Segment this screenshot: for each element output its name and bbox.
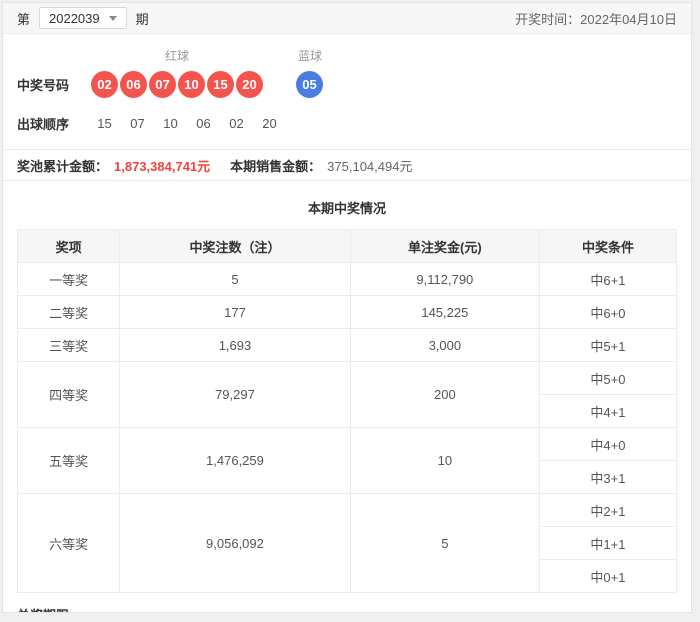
- period-select[interactable]: 2022039: [39, 7, 127, 29]
- cell-condition: 中3+1: [539, 461, 676, 494]
- draw-time-value: 2022年04月10日: [580, 12, 677, 27]
- prize-table-row: 一等奖59,112,790中6+1: [18, 263, 677, 296]
- prize-table-header-row: 奖项 中奖注数（注） 单注奖金(元) 中奖条件: [18, 230, 677, 263]
- cell-amount: 10: [350, 428, 539, 494]
- cell-count: 5: [120, 263, 351, 296]
- prize-table-row: 五等奖1,476,25910中4+0: [18, 428, 677, 461]
- cell-condition: 中4+0: [539, 428, 676, 461]
- draw-order-number: 20: [256, 116, 283, 131]
- draw-time: 开奖时间：2022年04月10日: [515, 9, 677, 28]
- redeem-notice-title: 兑奖期限:: [17, 605, 677, 613]
- amounts-strip: 奖池累计金额： 1,873,384,741元 本期销售金额： 375,104,4…: [3, 149, 691, 181]
- cell-condition: 中0+1: [539, 560, 676, 593]
- period-suffix: 期: [136, 9, 149, 28]
- cell-prize: 一等奖: [18, 263, 120, 296]
- cell-amount: 5: [350, 494, 539, 593]
- prize-table-title: 本期中奖情况: [17, 198, 677, 217]
- cell-prize: 六等奖: [18, 494, 120, 593]
- red-balls-group: 020607101520: [91, 71, 263, 98]
- ball-group-labels: 红球 蓝球: [17, 47, 677, 64]
- red-balls-label: 红球: [91, 47, 263, 64]
- period-prefix: 第: [17, 9, 30, 28]
- blue-ball: 05: [296, 71, 323, 98]
- sales-amount-value: 375,104,494元: [327, 156, 412, 175]
- cell-condition: 中5+0: [539, 362, 676, 395]
- cell-condition: 中1+1: [539, 527, 676, 560]
- cell-prize: 五等奖: [18, 428, 120, 494]
- red-ball: 02: [91, 71, 118, 98]
- cell-prize: 二等奖: [18, 296, 120, 329]
- cell-count: 177: [120, 296, 351, 329]
- red-ball: 15: [207, 71, 234, 98]
- blue-ball-label: 蓝球: [296, 47, 324, 64]
- prize-table-row: 六等奖9,056,0925中2+1: [18, 494, 677, 527]
- cell-condition: 中6+1: [539, 263, 676, 296]
- draw-order-number: 15: [91, 116, 118, 131]
- topbar: 第 2022039 期 开奖时间：2022年04月10日: [3, 3, 691, 34]
- cell-amount: 9,112,790: [350, 263, 539, 296]
- header-condition: 中奖条件: [539, 230, 676, 263]
- pool-amount-value: 1,873,384,741元: [114, 156, 210, 175]
- red-ball: 07: [149, 71, 176, 98]
- draw-order-label: 出球顺序: [17, 114, 91, 133]
- red-ball: 20: [236, 71, 263, 98]
- draw-order-number: 06: [190, 116, 217, 131]
- cell-condition: 中2+1: [539, 494, 676, 527]
- draw-order-number: 02: [223, 116, 250, 131]
- prize-table-row: 二等奖177145,225中6+0: [18, 296, 677, 329]
- cell-condition: 中5+1: [539, 329, 676, 362]
- cell-count: 79,297: [120, 362, 351, 428]
- cell-count: 1,476,259: [120, 428, 351, 494]
- prize-table-row: 四等奖79,297200中5+0: [18, 362, 677, 395]
- draw-time-label: 开奖时间：: [515, 12, 580, 27]
- period-select-value: 2022039: [49, 11, 100, 26]
- cell-amount: 200: [350, 362, 539, 428]
- redeem-notice: 兑奖期限: 双色球兑奖当期有效。中奖者应当自开奖之日起60个自然日内，持中奖彩票…: [3, 593, 691, 613]
- cell-condition: 中4+1: [539, 395, 676, 428]
- draw-order-number: 10: [157, 116, 184, 131]
- blue-ball-group: 05: [296, 71, 323, 98]
- prize-table: 奖项 中奖注数（注） 单注奖金(元) 中奖条件 一等奖59,112,790中6+…: [17, 229, 677, 593]
- cell-amount: 3,000: [350, 329, 539, 362]
- prize-table-section: 本期中奖情况 奖项 中奖注数（注） 单注奖金(元) 中奖条件 一等奖59,112…: [3, 198, 691, 593]
- header-amount: 单注奖金(元): [350, 230, 539, 263]
- numbers-section: 红球 蓝球 中奖号码 020607101520 05 出球顺序 15071006…: [3, 34, 691, 149]
- winning-numbers-row: 中奖号码 020607101520 05: [17, 71, 677, 98]
- draw-order-number: 07: [124, 116, 151, 131]
- chevron-down-icon: [109, 16, 117, 21]
- cell-prize: 四等奖: [18, 362, 120, 428]
- cell-count: 1,693: [120, 329, 351, 362]
- winning-numbers-label: 中奖号码: [17, 75, 91, 94]
- cell-amount: 145,225: [350, 296, 539, 329]
- header-count: 中奖注数（注）: [120, 230, 351, 263]
- draw-order-group: 15 07 10 06 02 20: [91, 116, 289, 131]
- cell-count: 9,056,092: [120, 494, 351, 593]
- prize-table-row: 三等奖1,6933,000中5+1: [18, 329, 677, 362]
- pool-amount-label: 奖池累计金额：: [17, 156, 108, 175]
- red-ball: 06: [120, 71, 147, 98]
- cell-condition: 中6+0: [539, 296, 676, 329]
- draw-order-row: 出球顺序 15 07 10 06 02 20: [17, 114, 677, 149]
- header-prize: 奖项: [18, 230, 120, 263]
- sales-amount-label: 本期销售金额：: [230, 156, 321, 175]
- cell-prize: 三等奖: [18, 329, 120, 362]
- lottery-result-card: 第 2022039 期 开奖时间：2022年04月10日 红球 蓝球 中奖号码 …: [2, 2, 692, 613]
- red-ball: 10: [178, 71, 205, 98]
